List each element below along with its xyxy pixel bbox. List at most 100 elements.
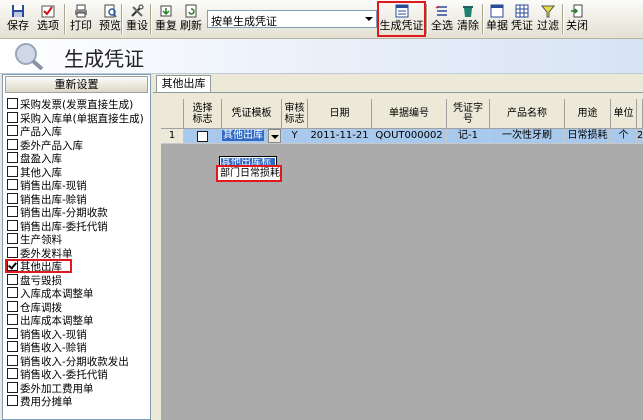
highlight-box — [5, 259, 72, 273]
checkbox[interactable] — [7, 341, 18, 352]
list-item-label: 委外产品入库 — [20, 139, 83, 152]
date-cell: 2011-11-21 — [308, 129, 372, 144]
document-type-list: 采购发票(发票直接生成) 采购入库单(单据直接生成) 产品入库 委外产品入库 盘盈入库其… — [5, 98, 144, 409]
reset-settings-button[interactable]: 重新设置 — [5, 76, 148, 93]
list-item[interactable]: 销售收入-现销 — [7, 327, 144, 342]
audit-flag-header: 审核 标志 — [282, 99, 308, 129]
tab-other-outbound[interactable]: 其他出库 — [156, 75, 211, 92]
close-icon — [571, 4, 583, 18]
list-item-label: 产品入库 — [20, 126, 62, 138]
list-item-label: 采购发票(发票直接生成) — [20, 99, 134, 111]
list-item[interactable]: 入库成本调整单 — [7, 287, 144, 301]
list-item[interactable]: 销售出库-现销 — [7, 179, 144, 193]
list-item[interactable]: 委外加工费用单 — [7, 381, 144, 396]
main-panel: 其他出库 选择 标志 凭证模板 审核 标志 日期 单据编号 凭证字 号 产品名称… — [153, 74, 643, 420]
list-item-label: 销售出库-分期收款 — [20, 207, 108, 219]
print-button[interactable]: 打印 — [66, 2, 96, 36]
checkbox[interactable] — [7, 368, 18, 379]
checkbox[interactable] — [7, 179, 18, 190]
generate-voucher-button[interactable]: 生成凭证 — [377, 1, 426, 37]
close-button[interactable]: 关闭 — [563, 2, 591, 36]
checkbox[interactable] — [7, 287, 18, 298]
chevron-down-icon[interactable] — [268, 129, 281, 143]
options-button[interactable]: 选项 — [33, 2, 63, 36]
generate-mode-select[interactable]: 按单生成凭证 — [207, 10, 377, 28]
list-item[interactable]: 销售收入-委托代销 — [7, 368, 144, 382]
tools-icon — [131, 4, 144, 17]
list-item[interactable]: 销售出库-分期收款 — [7, 206, 144, 220]
list-item-label: 费用分摊单 — [20, 396, 73, 408]
select-checkbox[interactable] — [197, 131, 208, 142]
select-all-button[interactable]: 全选 — [429, 2, 455, 36]
list-item-label: 销售收入-分期收款发出 — [20, 355, 129, 368]
checkbox[interactable] — [7, 354, 18, 366]
list-item-label: 其他入库 — [20, 166, 62, 179]
list-item[interactable]: 其他入库 — [7, 165, 144, 180]
list-item[interactable]: 仓库调拨 — [7, 300, 144, 315]
dropdown-option-highlighted[interactable]: 部门日常损耗 — [216, 165, 282, 182]
voucher-button[interactable]: 凭证 — [509, 2, 535, 36]
print-icon — [75, 4, 87, 18]
clear-button[interactable]: 清除 — [455, 2, 481, 36]
checkbox[interactable] — [7, 152, 18, 163]
list-item[interactable]: 费用分摊单 — [7, 395, 144, 409]
checkbox[interactable] — [7, 192, 18, 204]
list-item-label: 委外加工费用单 — [20, 382, 94, 395]
list-item[interactable]: 产品入库 — [7, 125, 144, 139]
document-icon — [490, 4, 504, 18]
template-value: 其他出库 — [222, 130, 264, 141]
list-item[interactable]: 销售收入-分期收款发出 — [7, 354, 144, 369]
checkbox[interactable] — [7, 98, 18, 109]
list-item[interactable]: 采购发票(发票直接生成) — [7, 98, 144, 112]
list-item[interactable]: 销售出库-赊销 — [7, 192, 144, 207]
reset-button[interactable]: 重设 — [122, 2, 152, 36]
list-item[interactable]: 出库成本调整单 — [7, 314, 144, 328]
filter-button[interactable]: 过滤 — [535, 2, 561, 36]
list-item-label: 采购入库单(单据直接生成) — [20, 112, 144, 125]
voucher-number-header: 凭证字 号 — [447, 99, 490, 129]
checkbox[interactable] — [7, 206, 18, 217]
checkbox[interactable] — [7, 219, 18, 231]
checkbox[interactable] — [7, 314, 18, 325]
list-item-label: 盘亏毁损 — [20, 274, 62, 287]
generate-voucher-icon — [395, 4, 408, 18]
list-item[interactable]: 其他出库 — [5, 259, 144, 274]
list-item-label: 盘盈入库 — [20, 153, 62, 165]
list-item[interactable]: 盘亏毁损 — [7, 273, 144, 288]
save-button[interactable]: 保存 — [3, 2, 33, 36]
chevron-down-icon[interactable] — [362, 11, 376, 27]
document-button[interactable]: 单据 — [484, 2, 510, 36]
list-item[interactable]: 销售收入-赊销 — [7, 341, 144, 355]
checkbox[interactable] — [7, 327, 18, 339]
template-header: 凭证模板 — [222, 99, 282, 129]
template-cell[interactable]: 其他出库 — [222, 129, 282, 144]
checkbox[interactable] — [7, 111, 18, 123]
list-item[interactable]: 生产领料 — [7, 233, 144, 247]
repeat-icon — [160, 5, 172, 17]
checkbox[interactable] — [7, 165, 18, 177]
checkbox[interactable] — [7, 246, 18, 258]
checkbox[interactable] — [7, 233, 18, 244]
checkbox[interactable] — [7, 381, 18, 393]
checkbox[interactable] — [7, 273, 18, 285]
select-all-icon — [435, 5, 447, 16]
list-item[interactable]: 盘盈入库 — [7, 152, 144, 166]
checkbox[interactable] — [7, 395, 18, 406]
checkbox[interactable] — [7, 125, 18, 136]
checkbox[interactable] — [7, 300, 18, 312]
preview-icon — [104, 4, 117, 18]
list-item[interactable]: 采购入库单(单据直接生成) — [7, 111, 144, 126]
doc-number-cell: QOUT000002 — [372, 129, 447, 144]
filter-icon — [541, 5, 555, 18]
list-item[interactable]: 委外产品入库 — [7, 138, 144, 153]
refresh-button[interactable]: 刷新 — [176, 2, 206, 36]
voucher-icon — [515, 4, 529, 18]
select-flag-cell[interactable] — [184, 129, 222, 144]
dropdown-option[interactable]: 其他出库标 — [221, 158, 275, 165]
checkbox[interactable] — [7, 138, 18, 150]
refresh-icon — [185, 4, 197, 18]
page-title: 生成凭证 — [64, 47, 144, 71]
voucher-number-cell: 记-1 — [447, 129, 490, 144]
list-item[interactable]: 委外发料单 — [7, 246, 144, 261]
list-item[interactable]: 销售出库-委托代销 — [7, 219, 144, 234]
